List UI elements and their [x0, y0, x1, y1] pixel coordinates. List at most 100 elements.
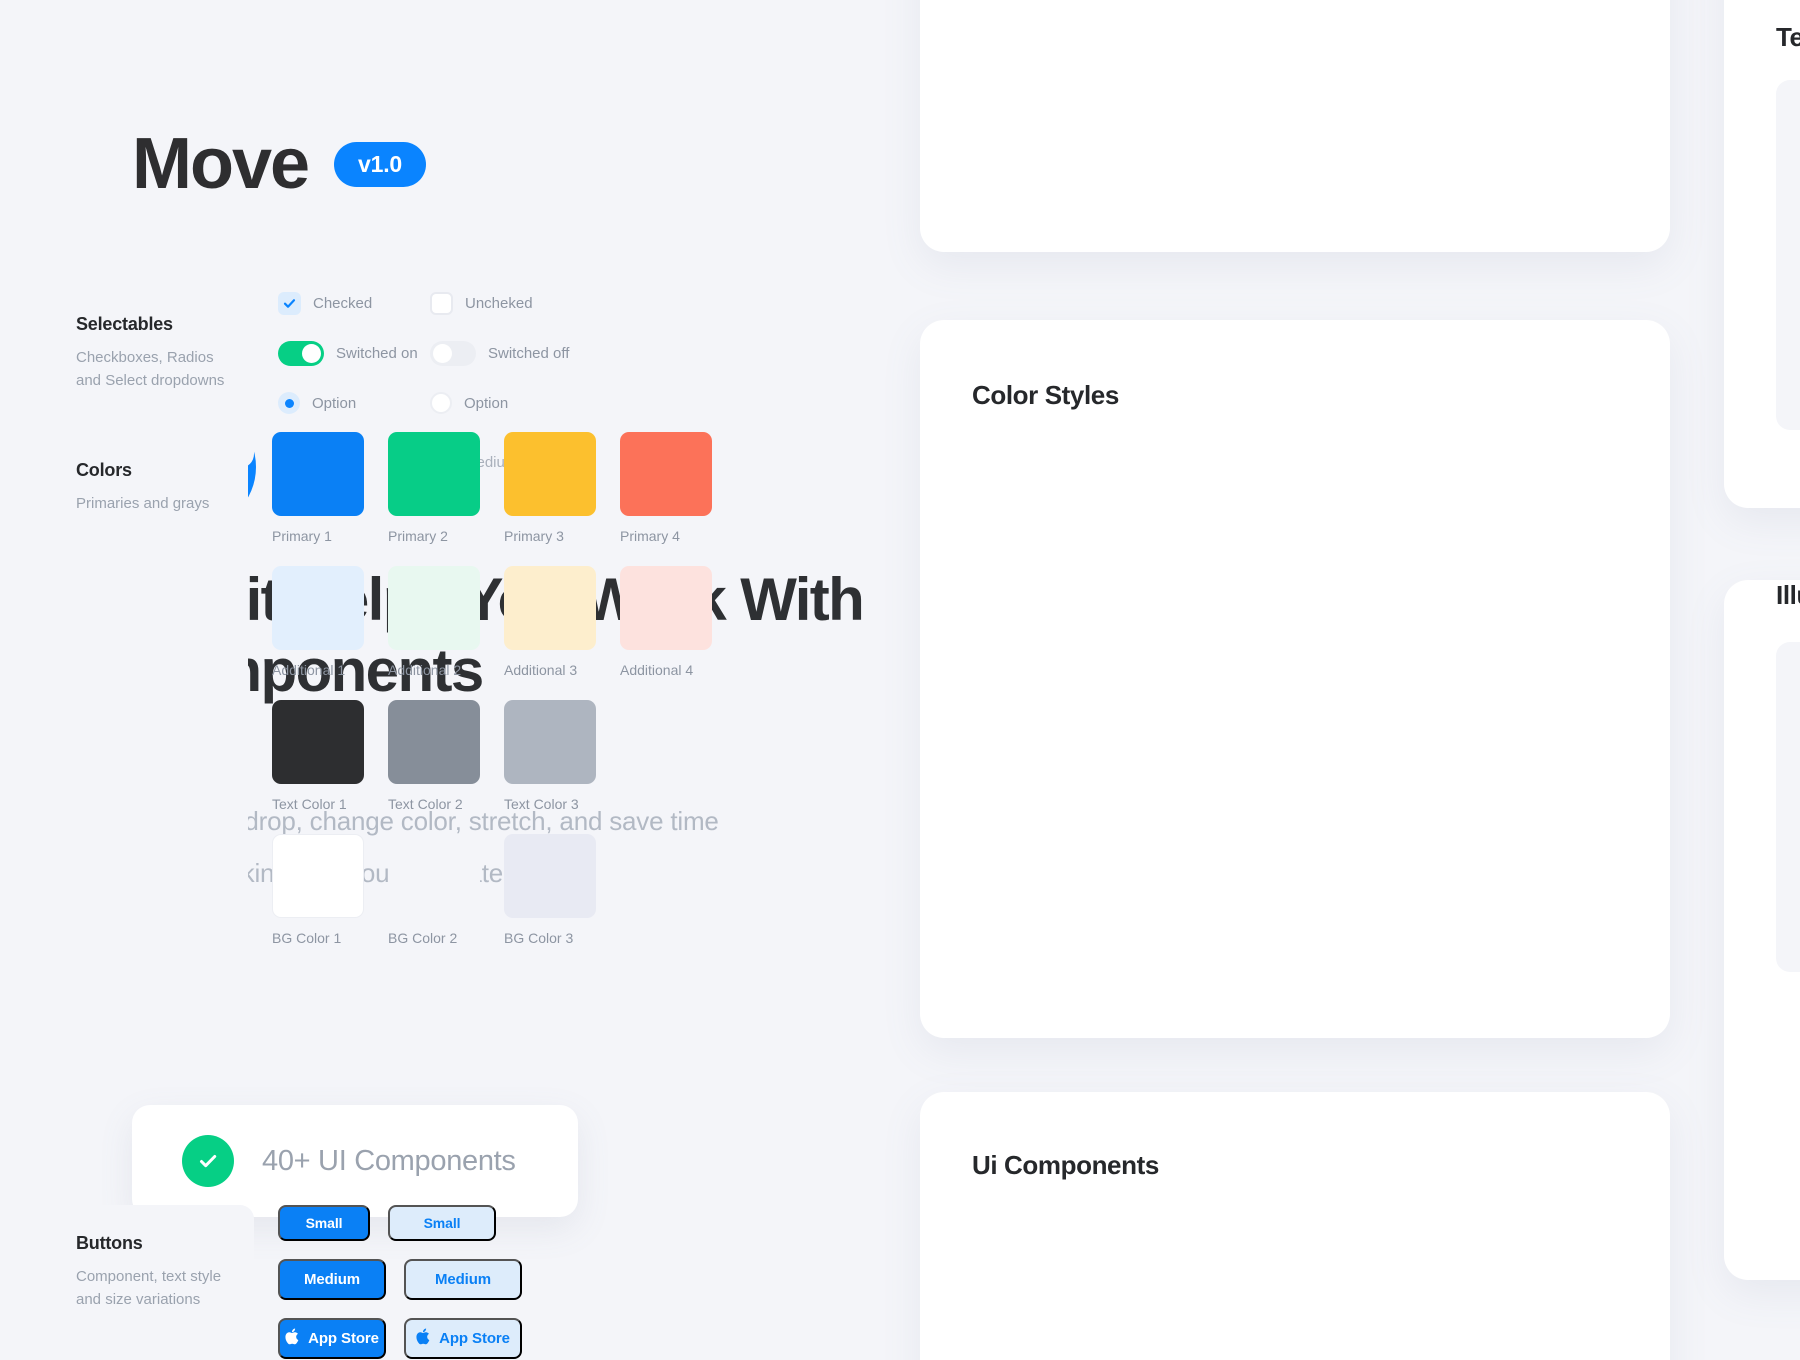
- radio-selected[interactable]: Option: [278, 392, 430, 414]
- swatch-cell[interactable]: Additional 3: [504, 566, 596, 678]
- toggle-off-icon[interactable]: [430, 341, 476, 366]
- swatch-text-color-2[interactable]: [388, 700, 480, 784]
- swatch-cell[interactable]: Primary 2: [388, 432, 480, 544]
- swatch-primary-1[interactable]: [272, 432, 364, 516]
- button-medium-ghost[interactable]: Medium: [404, 1259, 522, 1300]
- apple-icon: [416, 1328, 430, 1349]
- swatch-primary-3[interactable]: [504, 432, 596, 516]
- color-styles-card: [920, 320, 1670, 1038]
- swatch-cell[interactable]: Additional 2: [388, 566, 480, 678]
- selectables-card: [920, 0, 1670, 252]
- color-swatch-grid: Primary 1 Primary 2 Primary 3 Primary 4: [272, 432, 712, 968]
- switch-off[interactable]: Switched off: [430, 341, 569, 366]
- swatch-bg-color-2[interactable]: [388, 834, 480, 918]
- version-badge[interactable]: v1.0: [334, 142, 426, 187]
- radio-unselected-icon[interactable]: [430, 392, 452, 414]
- button-appstore-ghost[interactable]: App Store: [404, 1318, 522, 1359]
- swatch-text-color-1[interactable]: [272, 700, 364, 784]
- swatch-label: BG Color 1: [272, 930, 364, 946]
- swatch-label: Additional 2: [388, 662, 480, 678]
- swatch-cell[interactable]: Additional 1: [272, 566, 364, 678]
- components-count-badge[interactable]: 40+ UI Components: [132, 1105, 578, 1217]
- swatch-cell[interactable]: Primary 1: [272, 432, 364, 544]
- color-styles-title: Color Styles: [972, 380, 1119, 411]
- typography-section-label: Typography Headings and body text: [1776, 80, 1800, 430]
- buttons-section-label: Buttons Component, text style and size v…: [52, 1205, 254, 1360]
- swatch-label: Text Color 3: [504, 796, 596, 812]
- swatch-bg-color-1[interactable]: [272, 834, 364, 918]
- illustrations-card: Illustrations Images Illustrations and g…: [1724, 580, 1800, 1280]
- toggle-on-icon[interactable]: [278, 341, 324, 366]
- button-small-solid[interactable]: Small: [278, 1205, 370, 1241]
- switch-on[interactable]: Switched on: [278, 341, 430, 366]
- swatch-label: Additional 1: [272, 662, 364, 678]
- checkbox-unchecked-icon[interactable]: [430, 292, 453, 315]
- swatch-text-color-3[interactable]: [504, 700, 596, 784]
- swatch-cell[interactable]: BG Color 1: [272, 834, 364, 946]
- swatch-cell[interactable]: Primary 4: [620, 432, 712, 544]
- radio-unselected-label: Option: [464, 395, 508, 412]
- swatch-row-text-colors: Text Color 1 Text Color 2 Text Color 3: [272, 700, 712, 812]
- swatch-cell[interactable]: Primary 3: [504, 432, 596, 544]
- colors-title: Colors: [76, 460, 224, 481]
- swatch-additional-4[interactable]: [620, 566, 712, 650]
- ui-components-title: Ui Components: [972, 1150, 1159, 1181]
- checkbox-checked[interactable]: Checked: [278, 292, 430, 315]
- swatch-label: BG Color 2: [388, 930, 480, 946]
- swatch-cell[interactable]: BG Color 2: [388, 834, 480, 946]
- apple-icon: [285, 1328, 299, 1349]
- button-row-medium: Medium Medium: [278, 1259, 712, 1300]
- page-root: Move v1.0 UI Kit Helps You Work With Com…: [0, 0, 1800, 1360]
- swatch-row-primaries: Primary 1 Primary 2 Primary 3 Primary 4: [272, 432, 712, 544]
- swatch-label: Primary 4: [620, 528, 712, 544]
- checkbox-unchecked[interactable]: Uncheked: [430, 292, 533, 315]
- check-circle-icon: [182, 1135, 234, 1187]
- swatch-bg-color-3[interactable]: [504, 834, 596, 918]
- checkbox-row: Checked Uncheked: [278, 292, 702, 315]
- button-row-small: Small Small: [278, 1205, 712, 1241]
- swatch-additional-1[interactable]: [272, 566, 364, 650]
- radio-unselected[interactable]: Option: [430, 392, 508, 414]
- swatch-primary-4[interactable]: [620, 432, 712, 516]
- button-small-ghost[interactable]: Small: [388, 1205, 496, 1241]
- components-count-label: 40+ UI Components: [262, 1145, 516, 1178]
- checkbox-unchecked-label: Uncheked: [465, 295, 533, 312]
- swatch-cell[interactable]: Text Color 2: [388, 700, 480, 812]
- swatch-primary-2[interactable]: [388, 432, 480, 516]
- color-styles-body: Colors Primaries and grays Primary 1 Pri…: [52, 432, 712, 968]
- switch-on-label: Switched on: [336, 345, 418, 362]
- swatch-cell-empty: [620, 834, 712, 946]
- buttons-description: Component, text style and size variation…: [76, 1265, 230, 1312]
- swatch-row-bg-colors: BG Color 1 BG Color 2 BG Color 3: [272, 834, 712, 946]
- buttons-title: Buttons: [76, 1233, 230, 1254]
- swatch-cell-empty: [620, 700, 712, 812]
- radio-row: Option Option: [278, 392, 702, 414]
- brand-row: Move v1.0: [132, 128, 426, 200]
- button-row-appstore: App Store App Store: [278, 1318, 712, 1359]
- colors-section-label: Colors Primaries and grays: [52, 432, 248, 968]
- swatch-label: Primary 3: [504, 528, 596, 544]
- checkbox-checked-label: Checked: [313, 295, 372, 312]
- swatch-cell[interactable]: Text Color 1: [272, 700, 364, 812]
- swatch-additional-2[interactable]: [388, 566, 480, 650]
- selectables-title: Selectables: [76, 314, 230, 335]
- swatch-row-additional: Additional 1 Additional 2 Additional 3 A…: [272, 566, 712, 678]
- radio-selected-icon[interactable]: [278, 392, 300, 414]
- button-medium-solid[interactable]: Medium: [278, 1259, 386, 1300]
- ui-components-body: Buttons Component, text style and size v…: [52, 1205, 712, 1360]
- swatch-label: Primary 1: [272, 528, 364, 544]
- images-section-label: Images Illustrations and graphics to use…: [1776, 642, 1800, 972]
- button-appstore-solid-label: App Store: [308, 1330, 379, 1347]
- checkbox-checked-icon[interactable]: [278, 292, 301, 315]
- swatch-cell[interactable]: Text Color 3: [504, 700, 596, 812]
- button-appstore-solid[interactable]: App Store: [278, 1318, 386, 1359]
- swatch-cell[interactable]: BG Color 3: [504, 834, 596, 946]
- swatch-cell[interactable]: Additional 4: [620, 566, 712, 678]
- switch-off-label: Switched off: [488, 345, 569, 362]
- button-appstore-ghost-label: App Store: [439, 1330, 510, 1347]
- swatch-label: BG Color 3: [504, 930, 596, 946]
- text-styles-card: Text Styles Typography Headings and body…: [1724, 0, 1800, 508]
- ui-components-card: [920, 1092, 1670, 1360]
- swatch-additional-3[interactable]: [504, 566, 596, 650]
- colors-description: Primaries and grays: [76, 492, 224, 515]
